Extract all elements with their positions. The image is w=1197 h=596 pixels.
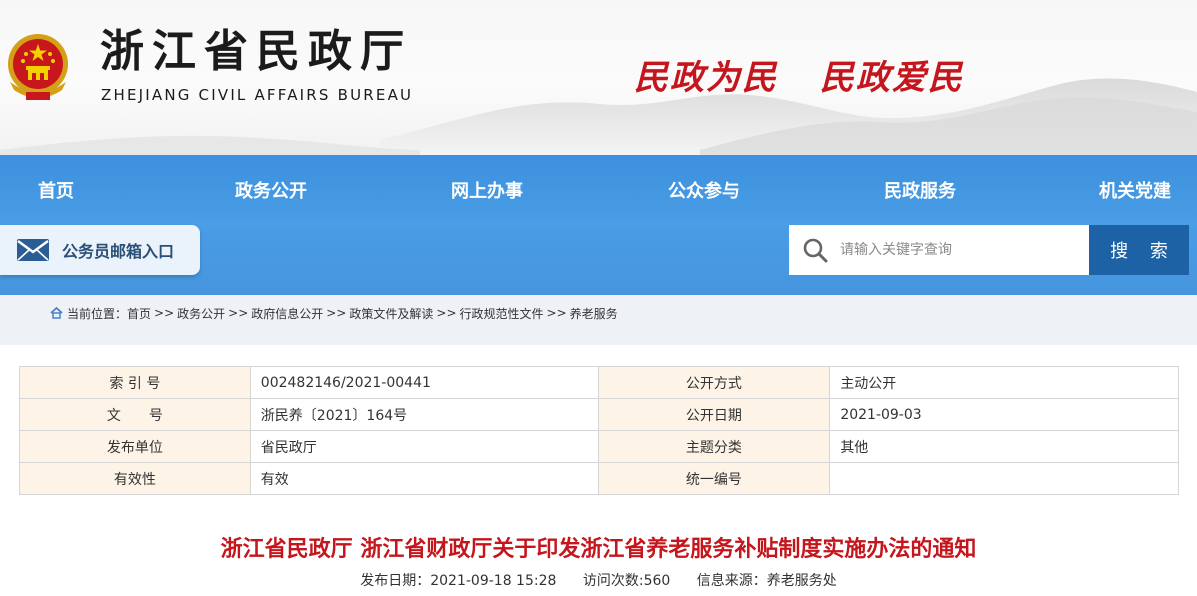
national-emblem-icon [8,34,68,100]
breadcrumb-item-government-affairs[interactable]: 政务公开 [177,305,225,322]
table-row: 有效性 有效 统一编号 [19,462,1179,495]
breadcrumb-item-info-disclosure[interactable]: 政府信息公开 [251,305,323,322]
document-info-table: 索 引 号 002482146/2021-00441 公开方式 主动公开 文 号… [19,366,1179,495]
breadcrumb-separator: >> [228,306,249,320]
breadcrumb-separator: >> [154,306,175,320]
table-row: 文 号 浙民养〔2021〕164号 公开日期 2021-09-03 [19,398,1179,431]
mailbox-entry-label: 公务员邮箱入口 [62,242,175,261]
breadcrumb-item-home[interactable]: 首页 [127,305,151,322]
info-source: 信息来源：养老服务处 [696,573,837,589]
site-subtitle: ZHEJIANG CIVIL AFFAIRS BUREAU [101,86,414,104]
nav-item-home[interactable]: 首页 [38,177,74,203]
table-key-cell: 统一编号 [597,462,831,495]
breadcrumb-bar: 当前位置： 首页 >> 政务公开 >> 政府信息公开 >> 政策文件及解读 >>… [0,295,1197,345]
publish-date: 发布日期：2021-09-18 15:28 [360,573,557,589]
table-row: 发布单位 省民政厅 主题分类 其他 [19,430,1179,463]
breadcrumb-prefix: 当前位置： [67,306,128,321]
slogan-right: 民政爱民 [819,58,964,98]
nav-item-online-services[interactable]: 网上办事 [451,177,523,203]
table-value-cell [829,462,1179,495]
main-nav: 首页 政务公开 网上办事 公众参与 民政服务 机关党建 [0,155,1197,223]
article-title: 浙江省民政厅 浙江省财政厅关于印发浙江省养老服务补贴制度实施办法的通知 [220,537,977,562]
slogan: 民政为民 民政爱民 [634,50,964,99]
mailbox-entry-button[interactable]: 公务员邮箱入口 [0,225,200,275]
table-value-cell: 省民政厅 [249,430,599,463]
table-value-cell: 002482146/2021-00441 [249,366,599,399]
search-icon [803,238,828,263]
visit-count: 访问次数:560 [582,573,671,589]
table-value-cell: 浙民养〔2021〕164号 [249,398,599,431]
table-value-cell: 主动公开 [829,366,1179,399]
site-title: 浙江省民政厅 [100,26,412,77]
mail-icon [17,239,49,261]
breadcrumb-item-normative-documents[interactable]: 行政规范性文件 [460,305,544,322]
table-value-cell: 其他 [829,430,1179,463]
article-meta: 发布日期：2021-09-18 15:28 访问次数:560 信息来源：养老服务… [0,570,1197,590]
slogan-left: 民政为民 [634,58,778,98]
search-box [789,225,1089,275]
home-icon [50,307,63,319]
breadcrumb: 当前位置： 首页 >> 政务公开 >> 政府信息公开 >> 政策文件及解读 >>… [50,295,618,331]
table-value-cell: 2021-09-03 [829,398,1179,431]
nav-item-government-affairs[interactable]: 政务公开 [235,177,307,203]
table-key-cell: 发布单位 [19,430,251,463]
table-key-cell: 有效性 [19,462,251,495]
table-value-cell: 有效 [249,462,599,495]
breadcrumb-separator: >> [326,306,347,320]
nav-item-party-building[interactable]: 机关党建 [1099,177,1171,203]
breadcrumb-item-elderly-services[interactable]: 养老服务 [570,305,618,322]
table-key-cell: 公开日期 [597,398,831,431]
nav-item-civil-services[interactable]: 民政服务 [884,177,956,203]
breadcrumb-separator: >> [436,306,457,320]
table-key-cell: 公开方式 [597,366,831,399]
search-button[interactable]: 搜 索 [1089,225,1189,275]
nav-item-public-participation[interactable]: 公众参与 [668,177,740,203]
table-key-cell: 文 号 [19,398,251,431]
search-input[interactable] [840,242,1080,258]
table-key-cell: 主题分类 [597,430,831,463]
header-banner: 浙江省民政厅 ZHEJIANG CIVIL AFFAIRS BUREAU 民政为… [0,0,1197,155]
search-bar: 搜 索 [789,225,1189,275]
table-row: 索 引 号 002482146/2021-00441 公开方式 主动公开 [19,366,1179,399]
table-key-cell: 索 引 号 [19,366,251,399]
breadcrumb-item-policy-documents[interactable]: 政策文件及解读 [349,305,433,322]
breadcrumb-separator: >> [546,306,567,320]
